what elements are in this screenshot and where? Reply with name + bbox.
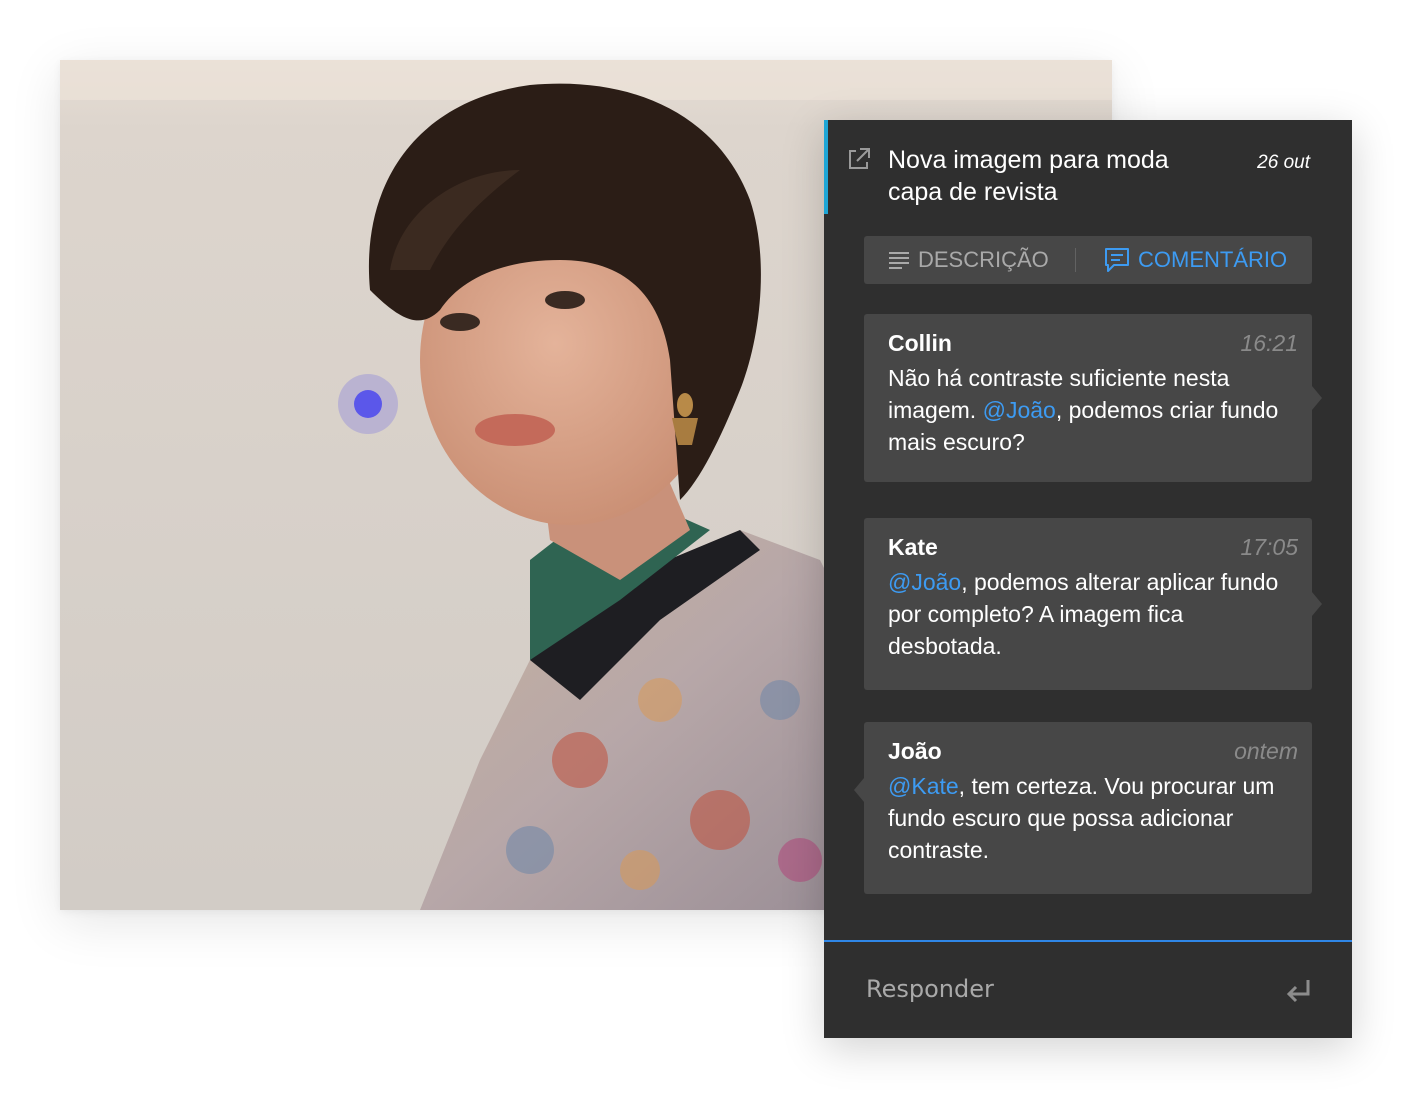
reply-input[interactable] — [864, 964, 1268, 1014]
card-date: 26 out — [1257, 152, 1310, 173]
enter-icon[interactable] — [1284, 976, 1314, 1006]
lines-icon — [889, 252, 909, 269]
external-link-icon[interactable] — [846, 146, 872, 172]
tab-description[interactable]: DESCRIÇÃO — [888, 236, 1049, 284]
mention-link[interactable]: @Kate — [888, 773, 959, 799]
comment-author: Collin — [888, 330, 952, 356]
card-title: Nova imagem para moda capa de revista — [888, 144, 1208, 208]
comment-item: Kate 17:05 @João, podemos alterar aplica… — [864, 518, 1322, 690]
tab-comment-label: COMENTÁRIO — [1138, 247, 1288, 272]
comment-text: @Kate, tem certeza. Vou procurar um fund… — [888, 770, 1300, 866]
bubble-pointer — [1312, 386, 1322, 410]
tab-bar: DESCRIÇÃO COMENTÁRIO — [864, 236, 1312, 284]
tab-description-label: DESCRIÇÃO — [918, 247, 1049, 272]
comment-time: ontem — [1234, 738, 1298, 764]
comment-time: 16:21 — [1240, 330, 1298, 356]
comment-panel: Nova imagem para moda capa de revista 26… — [824, 120, 1352, 1038]
mention-link[interactable]: @João — [983, 397, 1056, 423]
annotation-marker[interactable] — [338, 374, 398, 434]
mention-link[interactable]: @João — [888, 569, 961, 595]
card-title-line2: capa de revista — [888, 178, 1058, 206]
comment-author: Kate — [888, 534, 938, 560]
comment-time: 17:05 — [1240, 534, 1298, 560]
tab-divider — [1075, 248, 1076, 272]
bubble-pointer — [854, 778, 864, 802]
comment-icon — [1105, 248, 1129, 272]
bubble-pointer — [1312, 592, 1322, 616]
annotation-marker-dot — [354, 390, 382, 418]
comment-item: Collin 16:21 Não há contraste suficiente… — [864, 314, 1322, 482]
comment-text: Não há contraste suficiente nesta imagem… — [888, 362, 1300, 458]
panel-header: Nova imagem para moda capa de revista 26… — [824, 120, 1352, 214]
header-accent-bar — [824, 120, 828, 214]
comment-author: João — [888, 738, 942, 764]
comment-text: @João, podemos alterar aplicar fundo por… — [888, 566, 1300, 662]
reply-divider — [824, 940, 1352, 942]
tab-comment[interactable]: COMENTÁRIO — [1104, 236, 1287, 284]
comment-item: João ontem @Kate, tem certeza. Vou procu… — [854, 722, 1312, 894]
card-title-line1: Nova imagem para moda — [888, 146, 1169, 174]
